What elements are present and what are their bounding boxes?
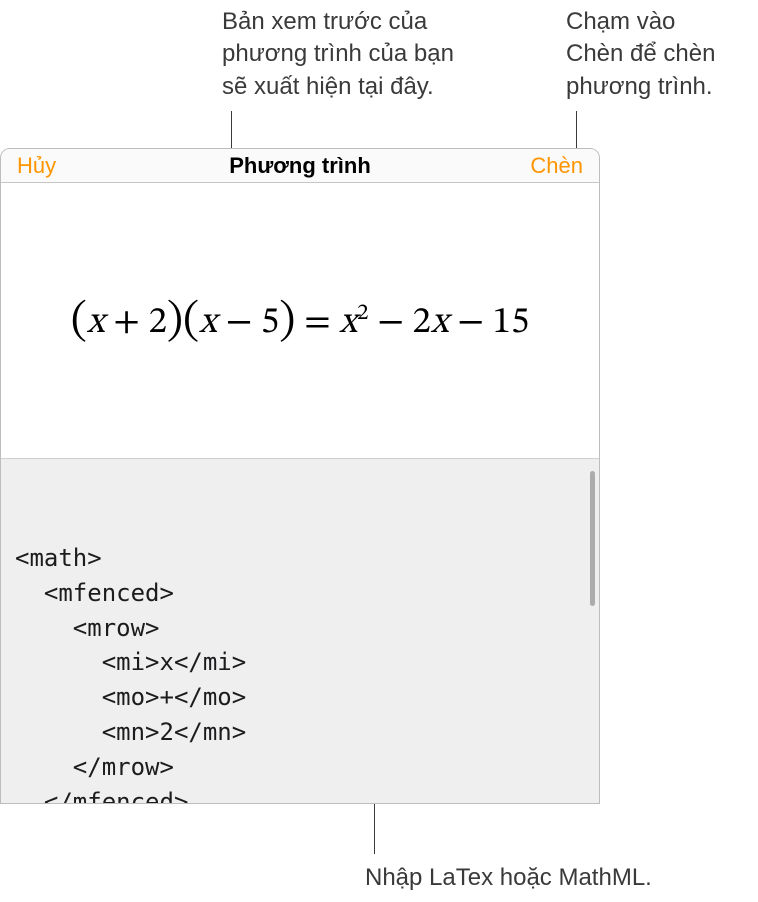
equation-code-input[interactable]: <math> <mfenced> <mrow> <mi>x</mi> <mo>+… <box>1 458 599 803</box>
nav-bar: Hủy Phương trình Chèn <box>1 149 599 183</box>
cancel-button[interactable]: Hủy <box>17 153 56 179</box>
callout-insert-text: Chạm vào Chèn để chèn phương trình. <box>566 6 715 103</box>
equation-preview: (x + 2)(x − 5) = x2 − 2x − 15 <box>1 183 599 458</box>
insert-button[interactable]: Chèn <box>530 153 583 179</box>
equation-dialog: Hủy Phương trình Chèn (x + 2)(x − 5) = x… <box>0 148 600 804</box>
callout-input-text: Nhập LaTex hoặc MathML. <box>365 862 652 894</box>
code-scrollbar[interactable] <box>590 471 595 606</box>
dialog-title: Phương trình <box>229 153 371 179</box>
rendered-equation: (x + 2)(x − 5) = x2 − 2x − 15 <box>71 293 530 349</box>
callout-preview-text: Bản xem trước của phương trình của bạn s… <box>222 6 454 103</box>
